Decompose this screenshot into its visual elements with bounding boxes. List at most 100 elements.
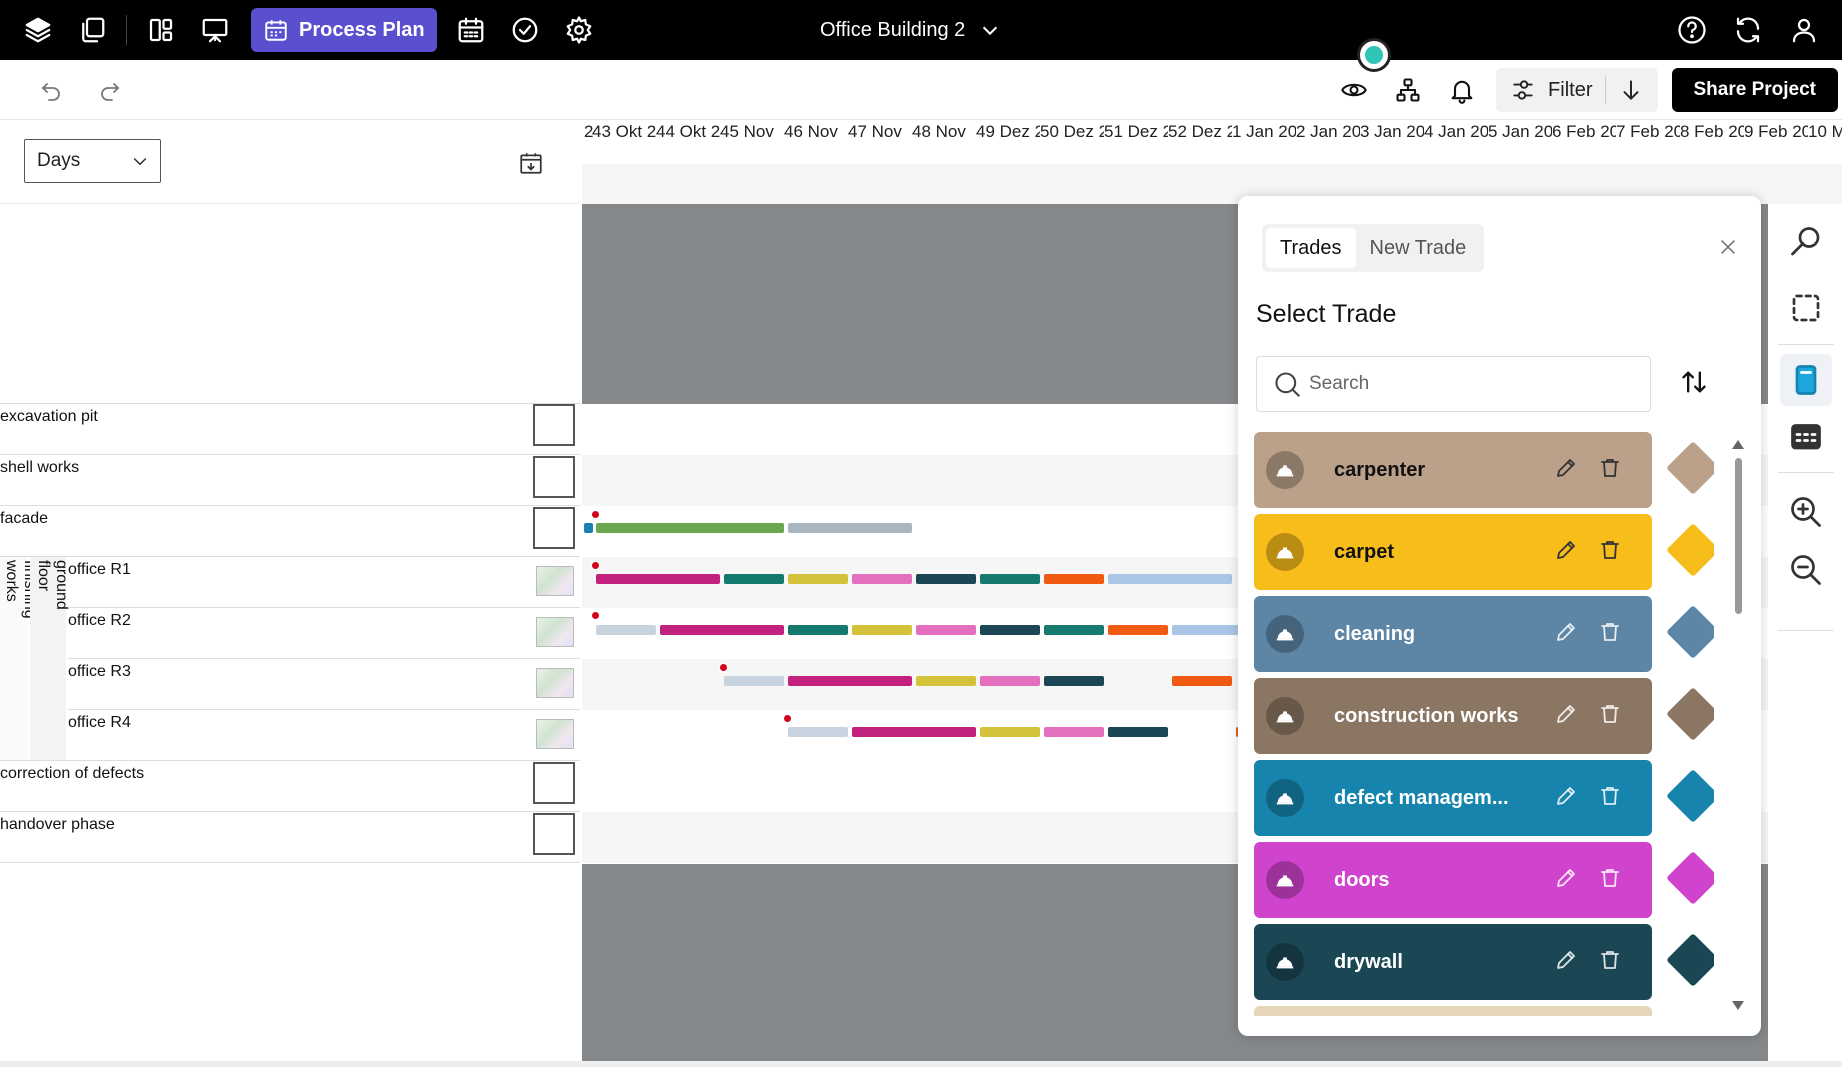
bell-icon[interactable] bbox=[1442, 70, 1482, 110]
trash-icon[interactable] bbox=[1598, 702, 1626, 730]
copy-icon[interactable] bbox=[72, 10, 112, 50]
selection-icon[interactable] bbox=[1780, 282, 1832, 334]
process-bar[interactable] bbox=[1172, 625, 1242, 635]
row-label-office-r1[interactable]: office R1 bbox=[68, 561, 131, 579]
pencil-icon[interactable] bbox=[1554, 948, 1582, 976]
trade-color-swatch[interactable] bbox=[1666, 605, 1714, 659]
project-selector[interactable]: Office Building 2 bbox=[820, 0, 1001, 60]
row-label-office-r2[interactable]: office R2 bbox=[68, 612, 131, 630]
user-icon[interactable] bbox=[1784, 10, 1824, 50]
trade-card[interactable]: defect managem... bbox=[1254, 760, 1652, 836]
process-bar[interactable] bbox=[788, 676, 912, 686]
process-bar[interactable] bbox=[596, 625, 656, 635]
eye-icon[interactable] bbox=[1334, 70, 1374, 110]
process-bar[interactable] bbox=[852, 727, 976, 737]
sort-icon[interactable] bbox=[1680, 368, 1710, 398]
row-label-handover-phase[interactable]: handover phase bbox=[0, 816, 115, 834]
process-bar[interactable] bbox=[1108, 625, 1168, 635]
trade-card[interactable]: carpenter bbox=[1254, 432, 1652, 508]
process-bar[interactable] bbox=[788, 727, 848, 737]
trash-icon[interactable] bbox=[1598, 620, 1626, 648]
trade-item[interactable]: construction works bbox=[1254, 678, 1714, 754]
tab-trades[interactable]: Trades bbox=[1266, 228, 1356, 268]
milestone-marker[interactable] bbox=[591, 561, 600, 570]
process-bar[interactable] bbox=[980, 625, 1040, 635]
trash-icon[interactable] bbox=[1598, 538, 1626, 566]
process-bar[interactable] bbox=[852, 625, 912, 635]
process-bar[interactable] bbox=[584, 523, 593, 533]
check-circle-icon[interactable] bbox=[505, 10, 545, 50]
floorplan-thumbnail[interactable] bbox=[536, 719, 574, 749]
row-checkbox[interactable] bbox=[533, 404, 575, 446]
gear-icon[interactable] bbox=[559, 10, 599, 50]
trade-item[interactable]: drywall bbox=[1254, 924, 1714, 1000]
process-bar[interactable] bbox=[596, 574, 720, 584]
share-project-button[interactable]: Share Project bbox=[1671, 68, 1838, 112]
trade-list-scrollbar[interactable] bbox=[1732, 440, 1744, 1010]
layers-icon[interactable] bbox=[18, 10, 58, 50]
tab-new-trade[interactable]: New Trade bbox=[1356, 228, 1481, 268]
process-bar[interactable] bbox=[1044, 625, 1104, 635]
process-bar[interactable] bbox=[1108, 727, 1168, 737]
dashboard-icon[interactable] bbox=[141, 10, 181, 50]
search-input[interactable] bbox=[1309, 373, 1609, 395]
milestone-marker[interactable] bbox=[591, 510, 600, 519]
row-label-facade[interactable]: facade bbox=[0, 510, 48, 528]
trade-card[interactable]: drywall bbox=[1254, 924, 1652, 1000]
process-bar[interactable] bbox=[980, 727, 1040, 737]
row-checkbox[interactable] bbox=[533, 507, 575, 549]
row-label-correction-of-defects[interactable]: correction of defects bbox=[0, 765, 144, 783]
process-bar[interactable] bbox=[852, 574, 912, 584]
row-label-office-r4[interactable]: office R4 bbox=[68, 714, 131, 732]
process-bar[interactable] bbox=[916, 625, 976, 635]
process-bar[interactable] bbox=[724, 676, 784, 686]
go-to-today-icon[interactable] bbox=[518, 150, 544, 176]
row-label-excavation-pit[interactable]: excavation pit bbox=[0, 408, 98, 426]
trash-icon[interactable] bbox=[1598, 948, 1626, 976]
trade-palette-icon[interactable] bbox=[1780, 354, 1832, 406]
row-label-shell-works[interactable]: shell works bbox=[0, 459, 79, 477]
row-checkbox[interactable] bbox=[533, 813, 575, 855]
row-checkbox[interactable] bbox=[533, 762, 575, 804]
trash-icon[interactable] bbox=[1598, 784, 1626, 812]
group-label-ground-floor[interactable]: ground floor bbox=[34, 560, 70, 610]
trade-item[interactable]: carpet bbox=[1254, 514, 1714, 590]
pencil-icon[interactable] bbox=[1554, 538, 1582, 566]
arrow-down-icon[interactable] bbox=[1618, 77, 1644, 103]
pencil-icon[interactable] bbox=[1554, 620, 1582, 648]
pencil-icon[interactable] bbox=[1554, 456, 1582, 484]
process-bar[interactable] bbox=[1044, 574, 1104, 584]
filter-button[interactable]: Filter bbox=[1496, 68, 1658, 112]
process-bar[interactable] bbox=[660, 625, 784, 635]
trade-card[interactable]: doors bbox=[1254, 842, 1652, 918]
process-bar[interactable] bbox=[596, 523, 784, 533]
trade-item[interactable]: cleaning bbox=[1254, 596, 1714, 672]
milestone-marker[interactable] bbox=[783, 714, 792, 723]
floorplan-thumbnail[interactable] bbox=[536, 617, 574, 647]
redo-icon[interactable] bbox=[93, 74, 127, 108]
trade-color-swatch[interactable] bbox=[1666, 523, 1714, 577]
process-bar[interactable] bbox=[788, 625, 848, 635]
trade-color-swatch[interactable] bbox=[1666, 687, 1714, 741]
presentation-icon[interactable] bbox=[195, 10, 235, 50]
trade-color-swatch[interactable] bbox=[1666, 933, 1714, 987]
trade-color-swatch[interactable] bbox=[1666, 851, 1714, 905]
process-bar[interactable] bbox=[1172, 676, 1232, 686]
milestone-marker[interactable] bbox=[719, 663, 728, 672]
trade-card[interactable]: carpet bbox=[1254, 514, 1652, 590]
trade-card[interactable]: construction works bbox=[1254, 678, 1652, 754]
process-bar[interactable] bbox=[724, 574, 784, 584]
process-bar[interactable] bbox=[980, 574, 1040, 584]
search-icon[interactable] bbox=[1780, 216, 1832, 268]
process-bar[interactable] bbox=[1108, 574, 1232, 584]
zoom-out-icon[interactable] bbox=[1780, 544, 1832, 596]
pencil-icon[interactable] bbox=[1554, 702, 1582, 730]
process-bar[interactable] bbox=[1044, 676, 1104, 686]
help-icon[interactable] bbox=[1672, 10, 1712, 50]
scroll-thumb[interactable] bbox=[1735, 458, 1742, 614]
row-label-office-r3[interactable]: office R3 bbox=[68, 663, 131, 681]
pencil-icon[interactable] bbox=[1554, 784, 1582, 812]
trade-item[interactable]: carpenter bbox=[1254, 432, 1714, 508]
floorplan-thumbnail[interactable] bbox=[536, 566, 574, 596]
close-icon[interactable] bbox=[1717, 236, 1741, 260]
